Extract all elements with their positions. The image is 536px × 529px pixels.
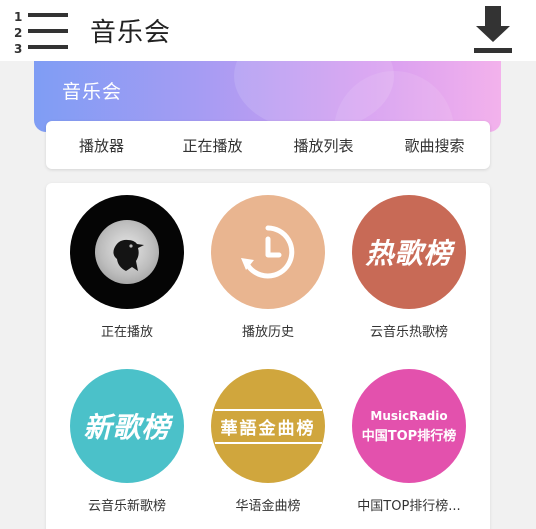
tab-playlist[interactable]: 播放列表	[268, 135, 379, 156]
chinese-gold-cover: 華語金曲榜	[211, 369, 325, 483]
grid-item-new-chart[interactable]: 新歌榜 云音乐新歌榜	[57, 369, 197, 514]
logo-line-1: MusicRadio	[370, 408, 448, 423]
grid-item-now-playing[interactable]: 正在播放	[57, 195, 197, 340]
grid-label: 云音乐新歌榜	[87, 499, 166, 514]
svg-text:3: 3	[14, 42, 22, 54]
app-bar: 1 2 3 音乐会	[0, 0, 536, 61]
hot-chart-logo: 热歌榜	[365, 237, 453, 270]
china-top-logo: MusicRadio 中国TOP排行榜	[362, 409, 456, 444]
tab-bar: 播放器 正在播放 播放列表 歌曲搜索	[46, 121, 490, 169]
chinese-gold-logo: 華語金曲榜	[214, 408, 322, 444]
grid-item-play-history[interactable]: 播放历史	[198, 195, 338, 340]
svg-text:1: 1	[14, 10, 22, 24]
grid-label: 华语金曲榜	[235, 499, 301, 514]
grid-item-china-top[interactable]: MusicRadio 中国TOP排行榜 中国TOP排行榜...	[339, 369, 479, 514]
app-title: 音乐会	[90, 18, 172, 48]
play-history-cover	[211, 195, 325, 309]
tab-song-search[interactable]: 歌曲搜索	[379, 135, 490, 156]
numbered-list-icon[interactable]: 1 2 3	[12, 8, 70, 54]
download-icon[interactable]	[472, 6, 514, 54]
new-chart-logo: 新歌榜	[83, 411, 171, 444]
chart-grid: 正在播放 播放历史 热歌榜 云音乐热歌榜 新歌榜 云音乐新歌榜 華語金曲榜 华语…	[46, 183, 490, 529]
crow-album-icon	[95, 220, 159, 284]
grid-label: 播放历史	[241, 325, 294, 340]
china-top-cover: MusicRadio 中国TOP排行榜	[352, 369, 466, 483]
logo-line-2: 中国TOP排行榜	[361, 428, 457, 444]
grid-label: 云音乐热歌榜	[369, 325, 448, 340]
now-playing-cover	[70, 195, 184, 309]
tab-now-playing[interactable]: 正在播放	[157, 135, 268, 156]
grid-label: 正在播放	[100, 325, 153, 340]
hot-chart-cover: 热歌榜	[352, 195, 466, 309]
banner-title: 音乐会	[62, 81, 123, 103]
history-clock-icon	[241, 225, 295, 279]
new-chart-cover: 新歌榜	[70, 369, 184, 483]
tab-player[interactable]: 播放器	[46, 135, 157, 156]
grid-label: 中国TOP排行榜...	[357, 499, 461, 514]
grid-item-hot-chart[interactable]: 热歌榜 云音乐热歌榜	[339, 195, 479, 340]
grid-item-chinese-gold[interactable]: 華語金曲榜 华语金曲榜	[198, 369, 338, 514]
svg-text:2: 2	[14, 26, 22, 40]
